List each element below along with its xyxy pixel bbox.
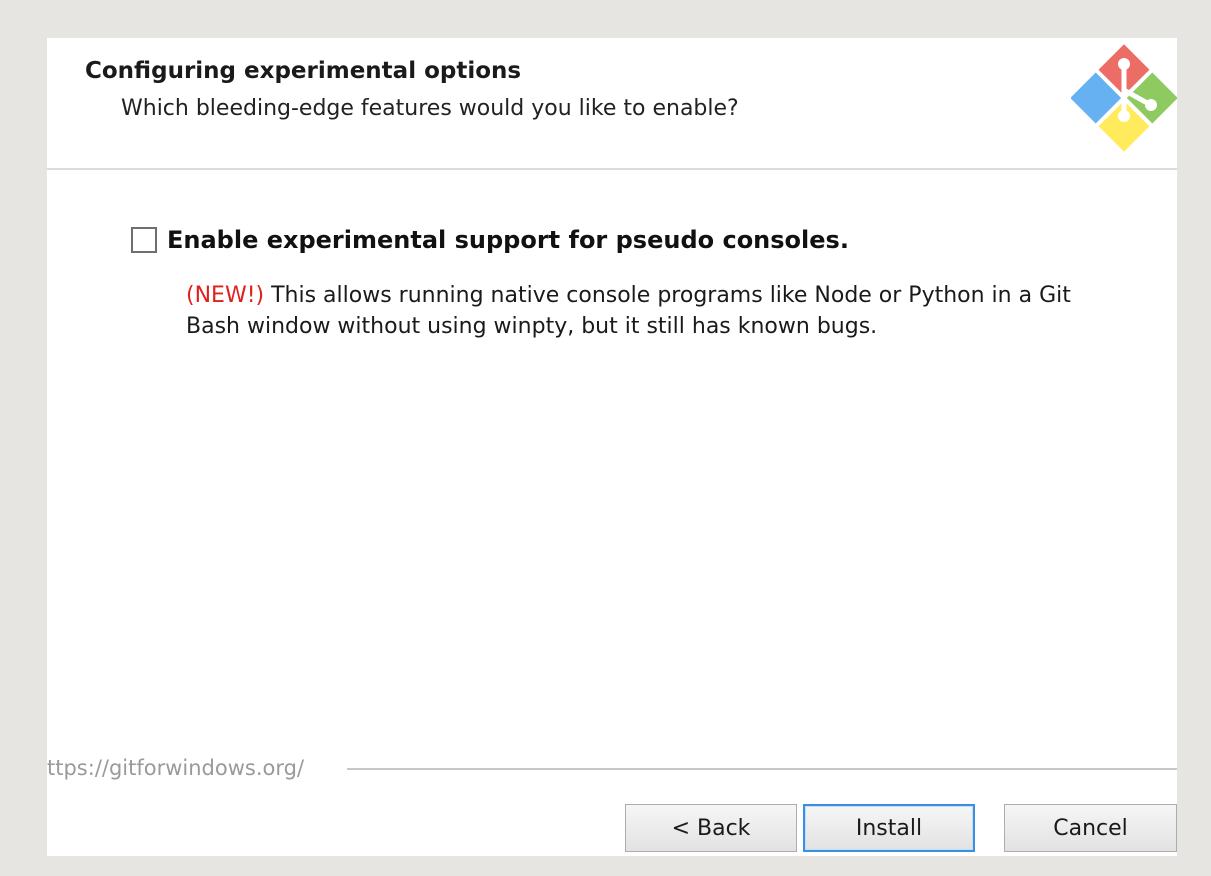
page-title: Configuring experimental options <box>85 58 522 84</box>
description-text: This allows running native console progr… <box>186 283 1071 339</box>
dialog-header: Configuring experimental options Which b… <box>47 38 1177 170</box>
website-link[interactable]: ttps://gitforwindows.org/ <box>47 756 304 780</box>
pseudo-console-label[interactable]: Enable experimental support for pseudo c… <box>167 226 849 254</box>
pseudo-console-checkbox[interactable] <box>131 227 157 253</box>
installer-dialog: Configuring experimental options Which b… <box>47 38 1177 856</box>
dialog-content: Enable experimental support for pseudo c… <box>47 170 1177 760</box>
footer-divider <box>347 768 1177 770</box>
git-logo-icon <box>1071 44 1177 152</box>
new-badge: (NEW!) <box>186 283 265 308</box>
window-frame: Configuring experimental options Which b… <box>0 0 1211 876</box>
page-subtitle: Which bleeding-edge features would you l… <box>121 96 739 121</box>
option-description: (NEW!) This allows running native consol… <box>186 280 1086 342</box>
pseudo-console-option[interactable]: Enable experimental support for pseudo c… <box>131 226 849 254</box>
cancel-button[interactable]: Cancel <box>1004 804 1177 852</box>
back-button[interactable]: < Back <box>625 804 797 852</box>
install-button[interactable]: Install <box>803 804 975 852</box>
